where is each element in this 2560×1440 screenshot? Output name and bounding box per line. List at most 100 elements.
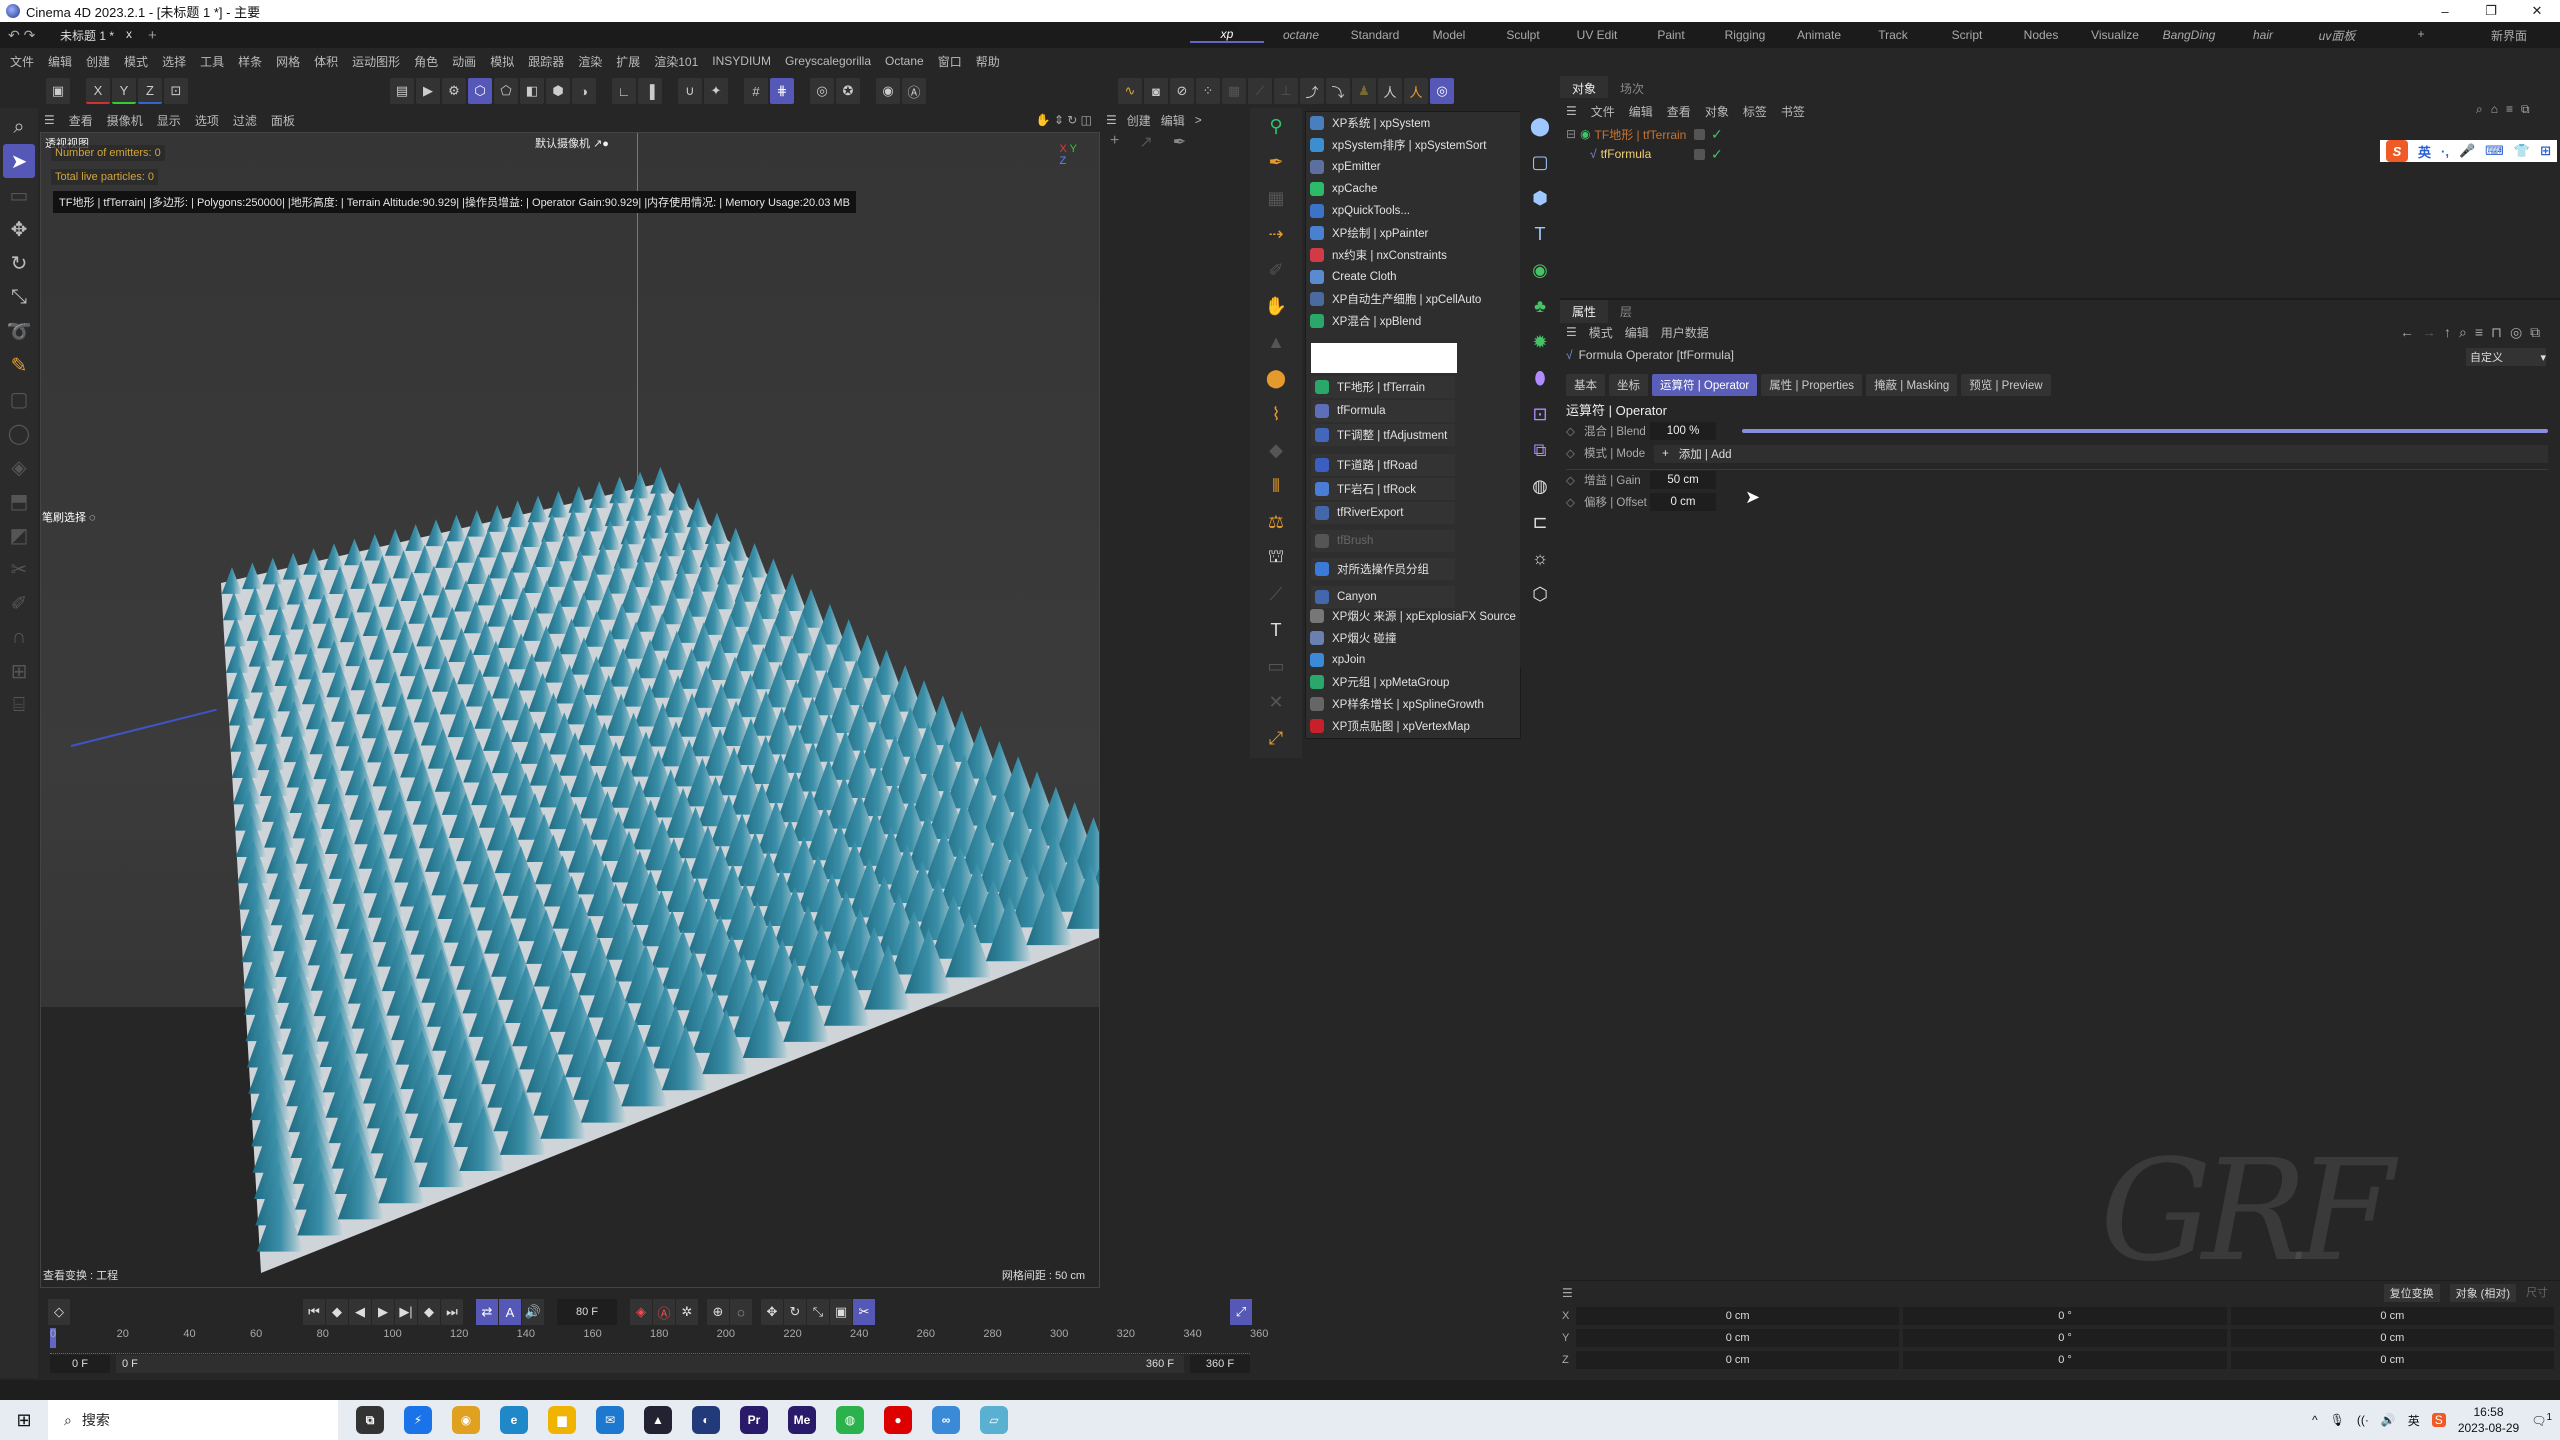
layout-rigging[interactable]: Rigging xyxy=(1708,28,1782,42)
maximize-button[interactable]: ❐ xyxy=(2468,0,2514,22)
menu-extensions[interactable]: 扩展 xyxy=(616,53,640,70)
spline-rect-icon[interactable]: ▢ xyxy=(1531,144,1548,180)
plugin-menu-item[interactable]: nx约束 | nxConstraints xyxy=(1306,244,1520,266)
tab-masking[interactable]: 掩蔽 | Masking xyxy=(1866,374,1958,396)
position-z-field[interactable]: 0 cm xyxy=(1575,1351,1900,1369)
move-figure-icon[interactable]: ⇢ xyxy=(1268,216,1283,252)
viewport-3d[interactable]: 透视视图 默认摄像机 ↗● Number of emitters: 0 Tota… xyxy=(40,132,1100,1288)
undo-redo-icons[interactable]: ↶ ↷ xyxy=(8,27,52,44)
auto-icon[interactable]: Ⓐ xyxy=(902,78,926,104)
plugin-menu-item[interactable]: TF道路 | tfRoad xyxy=(1311,454,1455,476)
vp-menu-camera[interactable]: 摄像机 xyxy=(107,112,143,129)
plugin-menu-item[interactable]: XP样条增长 | xpSplineGrowth xyxy=(1306,693,1520,715)
lock-icon[interactable]: ⊓ xyxy=(2491,324,2502,341)
layout-octane[interactable]: octane xyxy=(1264,28,1338,42)
autokey-mode-icon[interactable]: A xyxy=(499,1299,521,1325)
search-icon[interactable]: ⌕ xyxy=(2476,102,2483,117)
menu-select[interactable]: 选择 xyxy=(162,53,186,70)
size-y-field[interactable]: 0 cm xyxy=(2230,1329,2554,1347)
sogou-tray-icon[interactable]: S xyxy=(2431,1413,2446,1427)
terrain-mesh[interactable] xyxy=(161,413,1100,1273)
camera-icon[interactable]: ◙ xyxy=(1144,78,1168,104)
new-ui-button[interactable]: 新界面 xyxy=(2472,27,2546,44)
layout-standard[interactable]: Standard xyxy=(1338,28,1412,42)
coord-mode-dropdown[interactable]: 对象 (相对) xyxy=(2449,1284,2516,1302)
goto-end-icon[interactable]: ⏭ xyxy=(441,1299,463,1325)
figure-icon[interactable]: 人 xyxy=(1378,78,1402,104)
rotate-tool-icon[interactable]: ↻ xyxy=(3,246,35,280)
menu-window[interactable]: 窗口 xyxy=(938,53,962,70)
lock-icon[interactable]: ✪ xyxy=(836,78,860,104)
dim-brush-icon[interactable]: ✐ xyxy=(1268,252,1283,288)
vp-menu-filter[interactable]: 过滤 xyxy=(233,112,257,129)
tab-operator[interactable]: 运算符 | Operator xyxy=(1652,374,1758,396)
taskbar-app-cat-app[interactable]: ▲ xyxy=(644,1406,672,1434)
wifi-icon[interactable]: ((· xyxy=(2357,1413,2369,1427)
layout-track[interactable]: Track xyxy=(1856,28,1930,42)
rotation-b-field[interactable]: 0 ° xyxy=(1903,1351,2227,1369)
deformer-icon[interactable]: ◈ xyxy=(3,450,35,484)
param-key-icon[interactable]: ▣ xyxy=(830,1299,852,1325)
prev-key-icon[interactable]: ◆ xyxy=(326,1299,348,1325)
scale-key-icon[interactable]: ⤡ xyxy=(807,1299,829,1325)
text-icon[interactable]: T xyxy=(1271,612,1282,648)
layout-paint[interactable]: Paint xyxy=(1634,28,1708,42)
plugin-menu-item[interactable]: XP烟火 来源 | xpExplosiaFX Source xyxy=(1306,605,1520,627)
layout-hair[interactable]: hair xyxy=(2226,28,2300,42)
rotation-key-icon[interactable]: ↻ xyxy=(784,1299,806,1325)
plugin-menu-item[interactable]: 对所选操作员分组 xyxy=(1311,558,1455,580)
edges-mode-icon[interactable]: ◧ xyxy=(520,78,544,104)
menu-volume[interactable]: 体积 xyxy=(314,53,338,70)
dim-hand-icon[interactable]: ✋ xyxy=(1265,288,1287,324)
enabled-check-icon[interactable]: ✓ xyxy=(1711,146,1723,163)
ime-punct[interactable]: ·, xyxy=(2441,144,2449,159)
home-icon[interactable]: ⌂ xyxy=(2491,102,2498,117)
plugin-menu-item[interactable]: XP烟火 碰撞 xyxy=(1306,627,1520,649)
particles-icon[interactable]: ⁘ xyxy=(1196,78,1220,104)
dim-rock-icon[interactable]: ◆ xyxy=(1269,432,1283,468)
minimize-button[interactable]: – xyxy=(2422,0,2468,22)
tray-chevron-icon[interactable]: ^ xyxy=(2312,1413,2318,1427)
ime-skin-icon[interactable]: 👕 xyxy=(2514,143,2530,159)
figure-orange-icon[interactable]: 人 xyxy=(1404,78,1428,104)
plugin-menu-item[interactable]: xpJoin xyxy=(1306,649,1520,671)
pen-tool-icon[interactable]: ✎ xyxy=(3,348,35,382)
sound-icon[interactable]: 🔊 xyxy=(522,1299,544,1325)
taskbar-app-thunder[interactable]: ⚡ xyxy=(404,1406,432,1434)
object-name[interactable]: TF地形 | tfTerrain xyxy=(1595,126,1687,143)
next-frame-icon[interactable]: ▶| xyxy=(395,1299,417,1325)
menu-character[interactable]: 角色 xyxy=(414,53,438,70)
up-arrow-icon[interactable]: ↑ xyxy=(2444,324,2451,341)
object-manager-menu-icon[interactable]: ☰ xyxy=(1566,104,1577,118)
render-picture-viewer-icon[interactable]: ▶ xyxy=(416,78,440,104)
plugin-menu-item[interactable]: XP混合 | xpBlend xyxy=(1306,310,1520,332)
axis-sphere-icon[interactable]: ⬤ xyxy=(1266,360,1286,396)
vp-menu-view[interactable]: 查看 xyxy=(69,112,93,129)
axis-mode-icon[interactable]: ∟ xyxy=(612,78,636,104)
material-edit-icon[interactable]: ⬡ xyxy=(1532,576,1548,612)
more-menu[interactable]: > xyxy=(1195,113,1202,127)
volume-icon[interactable]: ⧉ xyxy=(1534,432,1547,468)
scale-box-icon[interactable]: ⤢ xyxy=(1269,720,1283,756)
plugin-menu-item[interactable]: TF地形 | tfTerrain xyxy=(1311,376,1455,398)
weld-icon[interactable]: ⊞ xyxy=(3,654,35,688)
editor-visibility-toggle[interactable] xyxy=(1694,128,1705,140)
am-menu-edit[interactable]: 编辑 xyxy=(1625,324,1649,341)
dim-bone-icon[interactable]: ⟋ xyxy=(1270,576,1283,612)
back-arrow-icon[interactable]: ← xyxy=(2400,324,2414,341)
weight-brush-icon[interactable]: ⚖ xyxy=(1268,504,1284,540)
axis-x-button[interactable]: X xyxy=(86,78,110,104)
text-spline-icon[interactable]: T xyxy=(1535,216,1546,252)
link-icon[interactable]: ↗ xyxy=(1139,132,1152,152)
prev-frame-icon[interactable]: ◀ xyxy=(349,1299,371,1325)
ime-mic-icon[interactable]: 🎤 xyxy=(2459,143,2475,159)
viewport-nav-icons[interactable]: ✋ ⇕ ↻ ◫ xyxy=(1036,113,1092,127)
key-settings-icon[interactable]: ✲ xyxy=(676,1299,698,1325)
add-layout-button[interactable]: + xyxy=(2384,27,2458,44)
range-slider[interactable]: 0 F 360 F xyxy=(116,1355,1184,1373)
select-tool-icon[interactable]: ➤ xyxy=(3,144,35,178)
target-icon[interactable]: ◎ xyxy=(2510,324,2522,341)
layout-visualize[interactable]: Visualize xyxy=(2078,28,2152,42)
cube-icon[interactable]: ⬢ xyxy=(1532,180,1548,216)
render-view-icon[interactable]: ▤ xyxy=(390,78,414,104)
